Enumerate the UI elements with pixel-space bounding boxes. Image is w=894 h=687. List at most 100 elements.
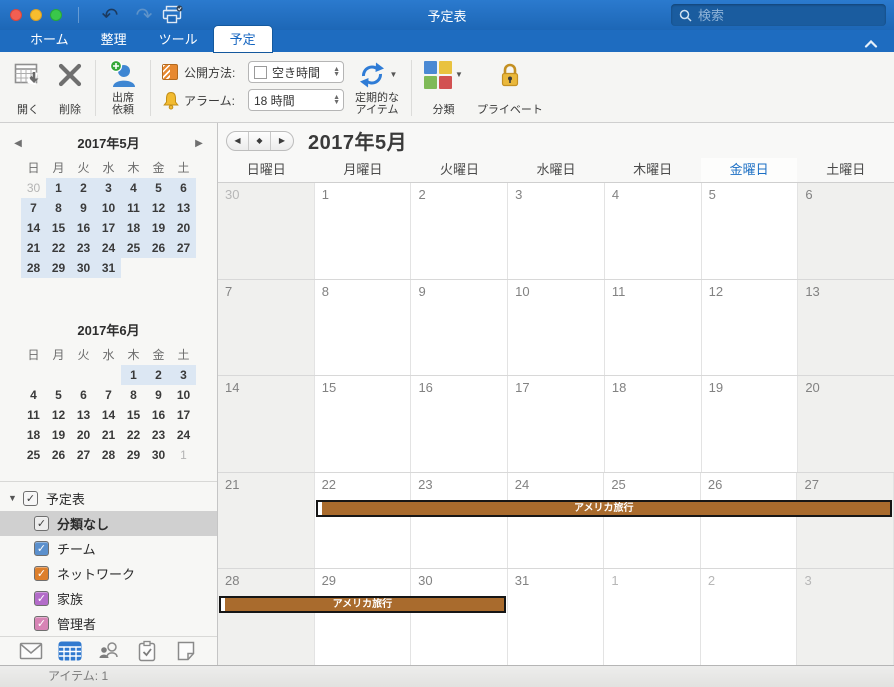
mini-cal-day[interactable]: 18	[21, 425, 46, 445]
day-cell[interactable]: 27	[797, 472, 894, 569]
mini-cal-day[interactable]: 4	[21, 385, 46, 405]
day-cell[interactable]: 3	[797, 569, 894, 665]
mini-cal-day[interactable]: 30	[71, 258, 96, 278]
event-resize-handle[interactable]	[317, 501, 322, 515]
day-cell[interactable]: 28	[218, 569, 315, 665]
mini-cal-day[interactable]: 6	[71, 385, 96, 405]
day-cell[interactable]: 1	[604, 569, 701, 665]
day-cell[interactable]: 20	[798, 376, 894, 472]
category-checkbox[interactable]: ✓	[34, 565, 49, 581]
mini-cal-prev-icon[interactable]: ◀	[8, 133, 28, 155]
mini-cal-day[interactable]: 15	[121, 405, 146, 425]
mini-cal-day[interactable]: 28	[21, 258, 46, 278]
mini-cal-day[interactable]: 16	[71, 218, 96, 238]
mini-cal-day[interactable]: 19	[146, 218, 171, 238]
tab-appointment[interactable]: 予定	[213, 26, 272, 52]
recurrence-button[interactable]: ▼ 定期的な アイテム	[348, 56, 406, 120]
mini-cal-day[interactable]: 1	[171, 445, 196, 465]
mini-cal-day[interactable]: 30	[21, 178, 46, 198]
mini-cal-day[interactable]: 29	[121, 445, 146, 465]
day-cell[interactable]: 31	[507, 569, 605, 665]
day-cell[interactable]: 3	[508, 183, 605, 279]
mini-cal-day[interactable]: 20	[171, 218, 196, 238]
day-cell[interactable]: 26	[700, 472, 798, 569]
day-cell[interactable]: 2	[700, 569, 798, 665]
day-cell[interactable]: 21	[218, 472, 315, 569]
mini-cal-next-icon[interactable]: ▶	[189, 133, 209, 155]
mini-cal-day[interactable]: 3	[96, 178, 121, 198]
invite-attendees-button[interactable]: 出席 依頼	[101, 56, 145, 120]
mini-cal-day[interactable]: 28	[96, 445, 121, 465]
mini-cal-day[interactable]: 22	[46, 238, 71, 258]
zoom-window-button[interactable]	[50, 9, 62, 21]
mini-cal-day[interactable]: 7	[96, 385, 121, 405]
mini-cal-day[interactable]: 15	[46, 218, 71, 238]
mini-cal-day[interactable]: 14	[21, 218, 46, 238]
mini-cal-day[interactable]: 24	[96, 238, 121, 258]
day-cell[interactable]: 2	[411, 183, 509, 279]
day-cell[interactable]: 17	[508, 376, 605, 472]
day-cell[interactable]: 13	[798, 279, 894, 376]
mini-cal-day[interactable]: 7	[21, 198, 46, 218]
mini-cal-day[interactable]: 21	[96, 425, 121, 445]
mini-cal-day[interactable]: 10	[96, 198, 121, 218]
mini-cal-day[interactable]: 26	[146, 238, 171, 258]
mini-cal-day[interactable]: 4	[121, 178, 146, 198]
mini-cal-day[interactable]: 20	[71, 425, 96, 445]
next-month-icon[interactable]: ▶	[271, 132, 293, 150]
mail-icon[interactable]	[17, 639, 45, 663]
today-icon[interactable]: ◆	[249, 131, 271, 150]
mini-cal-day[interactable]: 24	[171, 425, 196, 445]
mini-cal-day[interactable]: 1	[46, 178, 71, 198]
mini-cal-day[interactable]: 12	[46, 405, 71, 425]
calendar-icon[interactable]	[56, 639, 84, 663]
mini-cal-day[interactable]: 27	[171, 238, 196, 258]
undo-icon[interactable]: ↶	[93, 5, 127, 25]
day-cell[interactable]: 25	[604, 472, 701, 569]
mini-cal-day[interactable]: 11	[121, 198, 146, 218]
disclosure-triangle-icon[interactable]: ▼	[8, 493, 17, 503]
day-cell[interactable]: 16	[411, 376, 509, 472]
category-checkbox[interactable]: ✓	[34, 515, 49, 531]
mini-cal-day[interactable]: 16	[146, 405, 171, 425]
tab-organize[interactable]: 整理	[85, 26, 143, 52]
mini-cal-day[interactable]: 2	[71, 178, 96, 198]
day-cell[interactable]: 22	[314, 472, 412, 569]
calendar-checkbox[interactable]: ✓	[22, 490, 38, 506]
search-input[interactable]	[698, 7, 858, 23]
mini-cal-day[interactable]: 23	[146, 425, 171, 445]
mini-cal-day[interactable]: 5	[146, 178, 171, 198]
contacts-icon[interactable]	[94, 639, 122, 663]
day-cell[interactable]: 7	[218, 279, 315, 376]
mini-cal-day[interactable]: 12	[146, 198, 171, 218]
tab-tools[interactable]: ツール	[143, 26, 214, 52]
mini-cal-day[interactable]: 8	[46, 198, 71, 218]
calendar-category-row[interactable]: ✓ 家族	[0, 586, 217, 611]
day-cell[interactable]: 30	[411, 569, 508, 665]
notes-icon[interactable]	[172, 639, 200, 663]
prev-month-icon[interactable]: ◀	[227, 131, 249, 150]
day-cell[interactable]: 29	[314, 569, 412, 665]
day-cell[interactable]: 1	[314, 183, 412, 279]
day-cell[interactable]: 5	[701, 183, 799, 279]
mini-cal-day[interactable]: 17	[171, 405, 196, 425]
mini-cal-day[interactable]: 14	[96, 405, 121, 425]
calendar-category-row[interactable]: ✓ 分類なし	[0, 510, 217, 536]
close-window-button[interactable]	[10, 9, 22, 21]
event-bar[interactable]: アメリカ旅行	[219, 596, 506, 614]
day-cell[interactable]: 14	[218, 376, 315, 472]
mini-cal-day[interactable]: 11	[21, 405, 46, 425]
mini-cal-day[interactable]: 19	[46, 425, 71, 445]
mini-cal-day[interactable]: 3	[171, 365, 196, 385]
day-cell[interactable]: 19	[701, 376, 799, 472]
day-cell[interactable]: 11	[604, 279, 702, 376]
calendar-category-row[interactable]: ✓ チーム	[0, 536, 217, 561]
mini-cal-day[interactable]: 10	[171, 385, 196, 405]
day-cell[interactable]: 10	[508, 279, 605, 376]
mini-cal-day[interactable]: 21	[21, 238, 46, 258]
mini-cal-day[interactable]: 25	[121, 238, 146, 258]
reminder-dropdown[interactable]: 18 時間 ▲ ▼	[248, 89, 344, 111]
print-icon[interactable]	[161, 5, 195, 25]
day-cell[interactable]: 15	[314, 376, 412, 472]
tab-home[interactable]: ホーム	[14, 26, 85, 52]
